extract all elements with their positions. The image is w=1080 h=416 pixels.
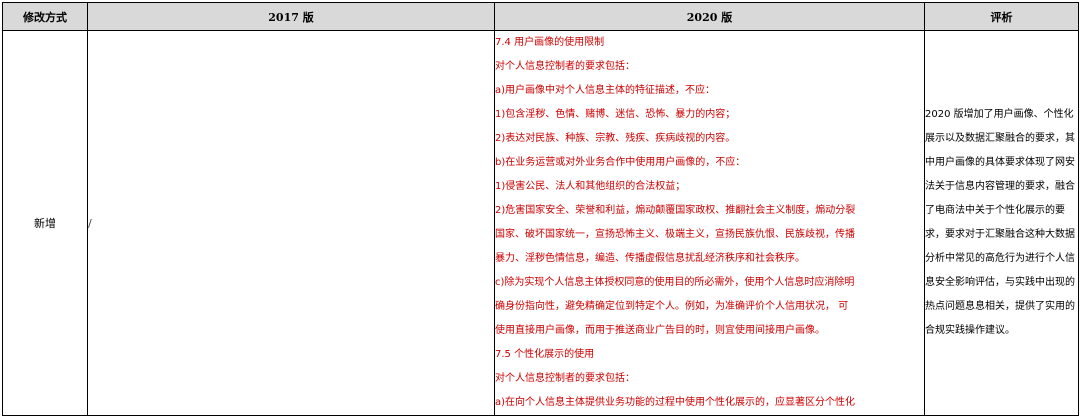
header-row: 修改方式 2017 版 2020 版 评析	[2, 2, 1079, 31]
new-line: 7.4 用户画像的使用限制	[495, 37, 605, 48]
table-row: 新增 / 7.4 用户画像的使用限制 对个人信息控制者的要求包括： a)用户画像…	[2, 30, 1079, 416]
new-line: 暴力、淫秽色情信息，编造、传播虚假信息扰乱经济秩序和社会秩序。	[495, 253, 806, 264]
new-line: 国家、破坏国家统一，宣扬恐怖主义、极端主义，宣扬民族仇恨、民族歧视，传播	[495, 229, 856, 240]
header-2017: 2017 版	[87, 2, 495, 31]
header-comment: 评析	[924, 2, 1079, 31]
new-line: 1)侵害公民、法人和其他组织的合法权益；	[495, 181, 686, 192]
comment-text: 2020 版增加了用户画像、个性化展示以及数据汇聚融合的要求，其中用户画像的具体…	[925, 109, 1075, 336]
new-line: a)在向个人信息主体提供业务功能的过程中使用个性化展示的，应显著区分个性化	[495, 397, 856, 408]
cell-2017: /	[87, 30, 495, 416]
new-line: 对个人信息控制者的要求包括：	[495, 373, 636, 384]
new-line: 确身份指向性，避免精确定位到特定个人。例如，为准确评价个人信用状况， 可	[495, 301, 849, 312]
new-line: 1)包含淫秽、色情、赌博、迷信、恐怖、暴力的内容；	[495, 109, 736, 120]
new-line: b)在业务运营或对外业务合作中使用用户画像的，不应：	[495, 157, 746, 168]
new-line: c)除为实现个人信息主体授权同意的使用目的所必需外，使用个人信息时应消除明	[495, 277, 855, 288]
new-line: 2)表达对民族、种族、宗教、残疾、疾病歧视的内容。	[495, 133, 736, 144]
new-line: 2)危害国家安全、荣誉和利益，煽动颠覆国家政权、推翻社会主义制度，煽动分裂	[495, 205, 856, 216]
new-line: a)用户画像中对个人信息主体的特征描述，不应：	[495, 85, 716, 96]
new-line: 对个人信息控制者的要求包括：	[495, 61, 636, 72]
new-line: 7.5 个性化展示的使用	[495, 349, 595, 360]
header-2020: 2020 版	[494, 2, 925, 31]
header-method: 修改方式	[2, 2, 88, 31]
cell-comment: 2020 版增加了用户画像、个性化展示以及数据汇聚融合的要求，其中用户画像的具体…	[924, 30, 1079, 416]
comparison-table: 修改方式 2017 版 2020 版 评析 新增 / 7.4 用户画像的使用限制…	[2, 2, 1079, 416]
cell-method: 新增	[2, 30, 88, 416]
cell-2020: 7.4 用户画像的使用限制 对个人信息控制者的要求包括： a)用户画像中对个人信…	[494, 30, 925, 416]
new-line: 使用直接用户画像，而用于推送商业广告目的时，则宜使用间接用户画像。	[495, 325, 826, 336]
